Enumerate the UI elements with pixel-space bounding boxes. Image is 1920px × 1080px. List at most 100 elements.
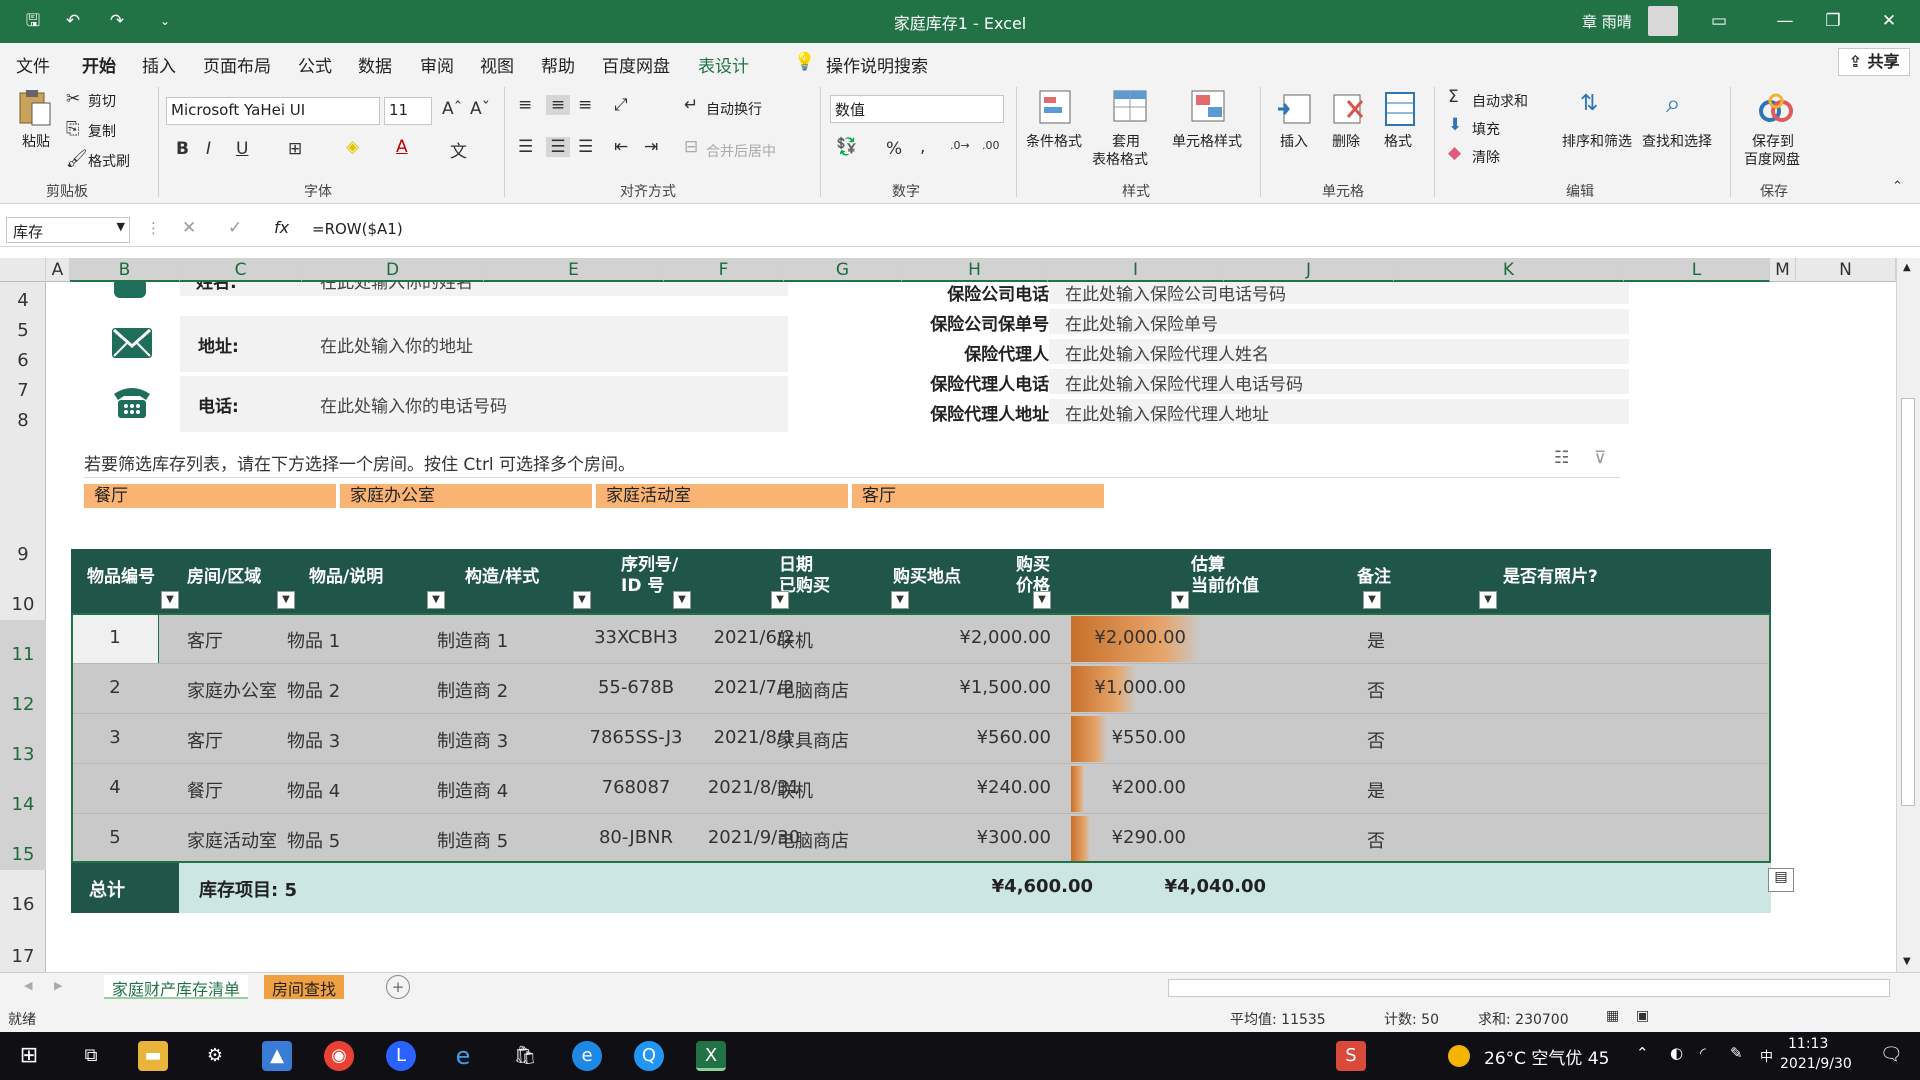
edge-icon[interactable]: e [572,1041,602,1071]
cell-place[interactable]: 家具商店 [777,727,849,753]
filter-dropdown-icon[interactable]: ▼ [573,591,591,609]
baidu-netdisk-icon[interactable] [1756,89,1796,129]
windows-start-icon[interactable]: ⊞ [14,1041,44,1071]
find-icon[interactable]: ⌕ [1666,89,1681,120]
row-header-16[interactable]: 16 [0,870,46,920]
filter-dropdown-icon[interactable]: ▼ [277,591,295,609]
insurance-value-cell[interactable]: 在此处输入保险代理人地址 [1049,399,1629,425]
cell-styles-button[interactable]: 单元格样式 [1172,131,1242,151]
align-top-icon[interactable]: ≡ [518,95,532,115]
close-icon[interactable]: ✕ [1876,8,1902,34]
borders-icon[interactable]: ⊞ [288,139,302,159]
table-row[interactable]: 1 客厅 物品 1 制造商 1 33XCBH3 2021/6/2 联机 ¥2,000.00 ¥2… [71,613,1771,664]
cell-item[interactable]: 物品 2 [287,677,340,703]
tray-app-icon[interactable]: S [1336,1041,1366,1071]
share-button[interactable]: ⇪ 共享 [1838,48,1910,76]
delete-cells-icon[interactable] [1328,89,1368,129]
table-row[interactable]: 4 餐厅 物品 4 制造商 4 768087 2021/8/31 联机 ¥240.00 ¥200… [71,763,1771,813]
weather-text[interactable]: 26°C 空气优 45 [1484,1044,1609,1069]
cell-place[interactable]: 联机 [777,627,813,653]
row-header-10[interactable]: 10 [0,570,46,620]
cell-item-id[interactable]: 4 [71,777,159,798]
cell-place[interactable]: 联机 [777,777,813,803]
search-app-icon[interactable]: Q [634,1041,664,1071]
l-app-icon[interactable]: L [386,1041,416,1071]
quick-analysis-icon[interactable]: ▤ [1768,868,1794,892]
cell-make[interactable]: 制造商 3 [437,727,508,753]
cell-value[interactable]: ¥550.00 [1071,727,1186,748]
column-header-i[interactable]: I [1048,258,1224,282]
column-header-b[interactable]: B [70,258,180,282]
fill-color-icon[interactable]: ◈ [346,137,359,157]
address-value[interactable]: 在此处输入你的地址 [320,332,473,357]
underline-button[interactable]: U [236,139,248,159]
comma-button[interactable]: , [920,137,925,157]
cell-room[interactable]: 客厅 [187,627,223,653]
format-painter-button[interactable]: 格式刷 [88,151,130,171]
bold-button[interactable]: B [176,139,189,159]
merge-center-button[interactable]: 合并后居中 [706,141,776,161]
cell-price[interactable]: ¥2,000.00 [871,627,1051,648]
cell-make[interactable]: 制造商 1 [437,627,508,653]
sheet-tab-room-lookup[interactable]: 房间查找 [264,975,345,999]
increase-indent-icon[interactable]: ⇥ [644,137,658,157]
save-to-label-1[interactable]: 保存到 [1752,131,1794,151]
notification-icon[interactable]: 🗨 [1880,1044,1903,1065]
cell-place[interactable]: 电脑商店 [777,677,849,703]
cell-serial[interactable]: 55-678B [571,677,701,698]
insurance-value-cell[interactable]: 在此处输入保险代理人姓名 [1049,339,1629,365]
format-cells-icon[interactable] [1380,89,1420,129]
clear-button[interactable]: 清除 [1472,147,1500,167]
excel-taskbar-icon[interactable]: X [696,1041,726,1071]
cell-room[interactable]: 餐厅 [187,777,223,803]
cut-button[interactable]: 剪切 [88,91,116,111]
align-right-icon[interactable]: ☰ [578,137,593,157]
sort-filter-button[interactable]: 排序和筛选 [1562,131,1632,151]
percent-button[interactable]: % [886,139,902,159]
tray-ime-icon[interactable]: ◐ [1670,1044,1683,1062]
increase-decimal-icon[interactable]: .0→ [950,139,970,152]
row-header-7[interactable]: 7 [0,376,46,406]
column-header-d[interactable]: D [302,258,484,282]
format-as-table-label-1[interactable]: 套用 [1112,131,1140,151]
sort-filter-icon[interactable]: ⇅ [1580,91,1598,116]
cell-item[interactable]: 物品 5 [287,827,340,853]
increase-font-icon[interactable]: Aˆ [442,99,462,119]
tab-view[interactable]: 视图 [480,52,514,77]
row-header-5[interactable]: 5 [0,316,46,346]
multi-select-icon[interactable]: ☷ [1554,448,1569,468]
align-left-icon[interactable]: ☰ [518,137,533,157]
table-row[interactable]: 2 家庭办公室 物品 2 制造商 2 55-678B 2021/7/2 电脑商店 ¥1,500… [71,663,1771,713]
cell-place[interactable]: 电脑商店 [777,827,849,853]
task-view-icon[interactable]: ⧉ [76,1041,106,1071]
tab-formulas[interactable]: 公式 [298,52,332,77]
cell-make[interactable]: 制造商 2 [437,677,508,703]
copy-button[interactable]: 复制 [88,121,116,141]
filter-dropdown-icon[interactable]: ▼ [1363,591,1381,609]
filter-dropdown-icon[interactable]: ▼ [1479,591,1497,609]
number-format-select[interactable]: 数值 [830,95,1004,123]
ime-indicator[interactable]: 中 [1760,1046,1773,1065]
column-header-m[interactable]: M [1770,258,1796,282]
row-header-6[interactable]: 6 [0,346,46,376]
tab-help[interactable]: 帮助 [541,52,575,77]
align-center-icon[interactable]: ☰ [546,137,570,157]
decrease-font-icon[interactable]: Aˇ [470,99,490,119]
formula-input[interactable]: =ROW($A1) [308,217,1908,243]
cell-price[interactable]: ¥240.00 [871,777,1051,798]
scroll-down-icon[interactable]: ▼ [1903,956,1911,967]
enter-icon[interactable]: ✓ [228,218,242,238]
cell-value[interactable]: ¥1,000.00 [1071,677,1186,698]
column-header-l[interactable]: L [1624,258,1770,282]
ribbon-display-icon[interactable]: ▭ [1706,8,1732,34]
clear-filter-icon[interactable]: ⊽ [1594,448,1606,468]
normal-view-icon[interactable]: ▦ [1606,1008,1619,1024]
filter-dropdown-icon[interactable]: ▼ [427,591,445,609]
filter-dropdown-icon[interactable]: ▼ [1171,591,1189,609]
pen-icon[interactable]: ✎ [1730,1044,1743,1062]
paste-label[interactable]: 粘贴 [22,131,50,151]
filter-dropdown-icon[interactable]: ▼ [161,591,179,609]
column-header-n[interactable]: N [1796,258,1896,282]
tray-chevron-icon[interactable]: ⌃ [1636,1044,1649,1062]
column-header-a[interactable]: A [46,258,70,282]
